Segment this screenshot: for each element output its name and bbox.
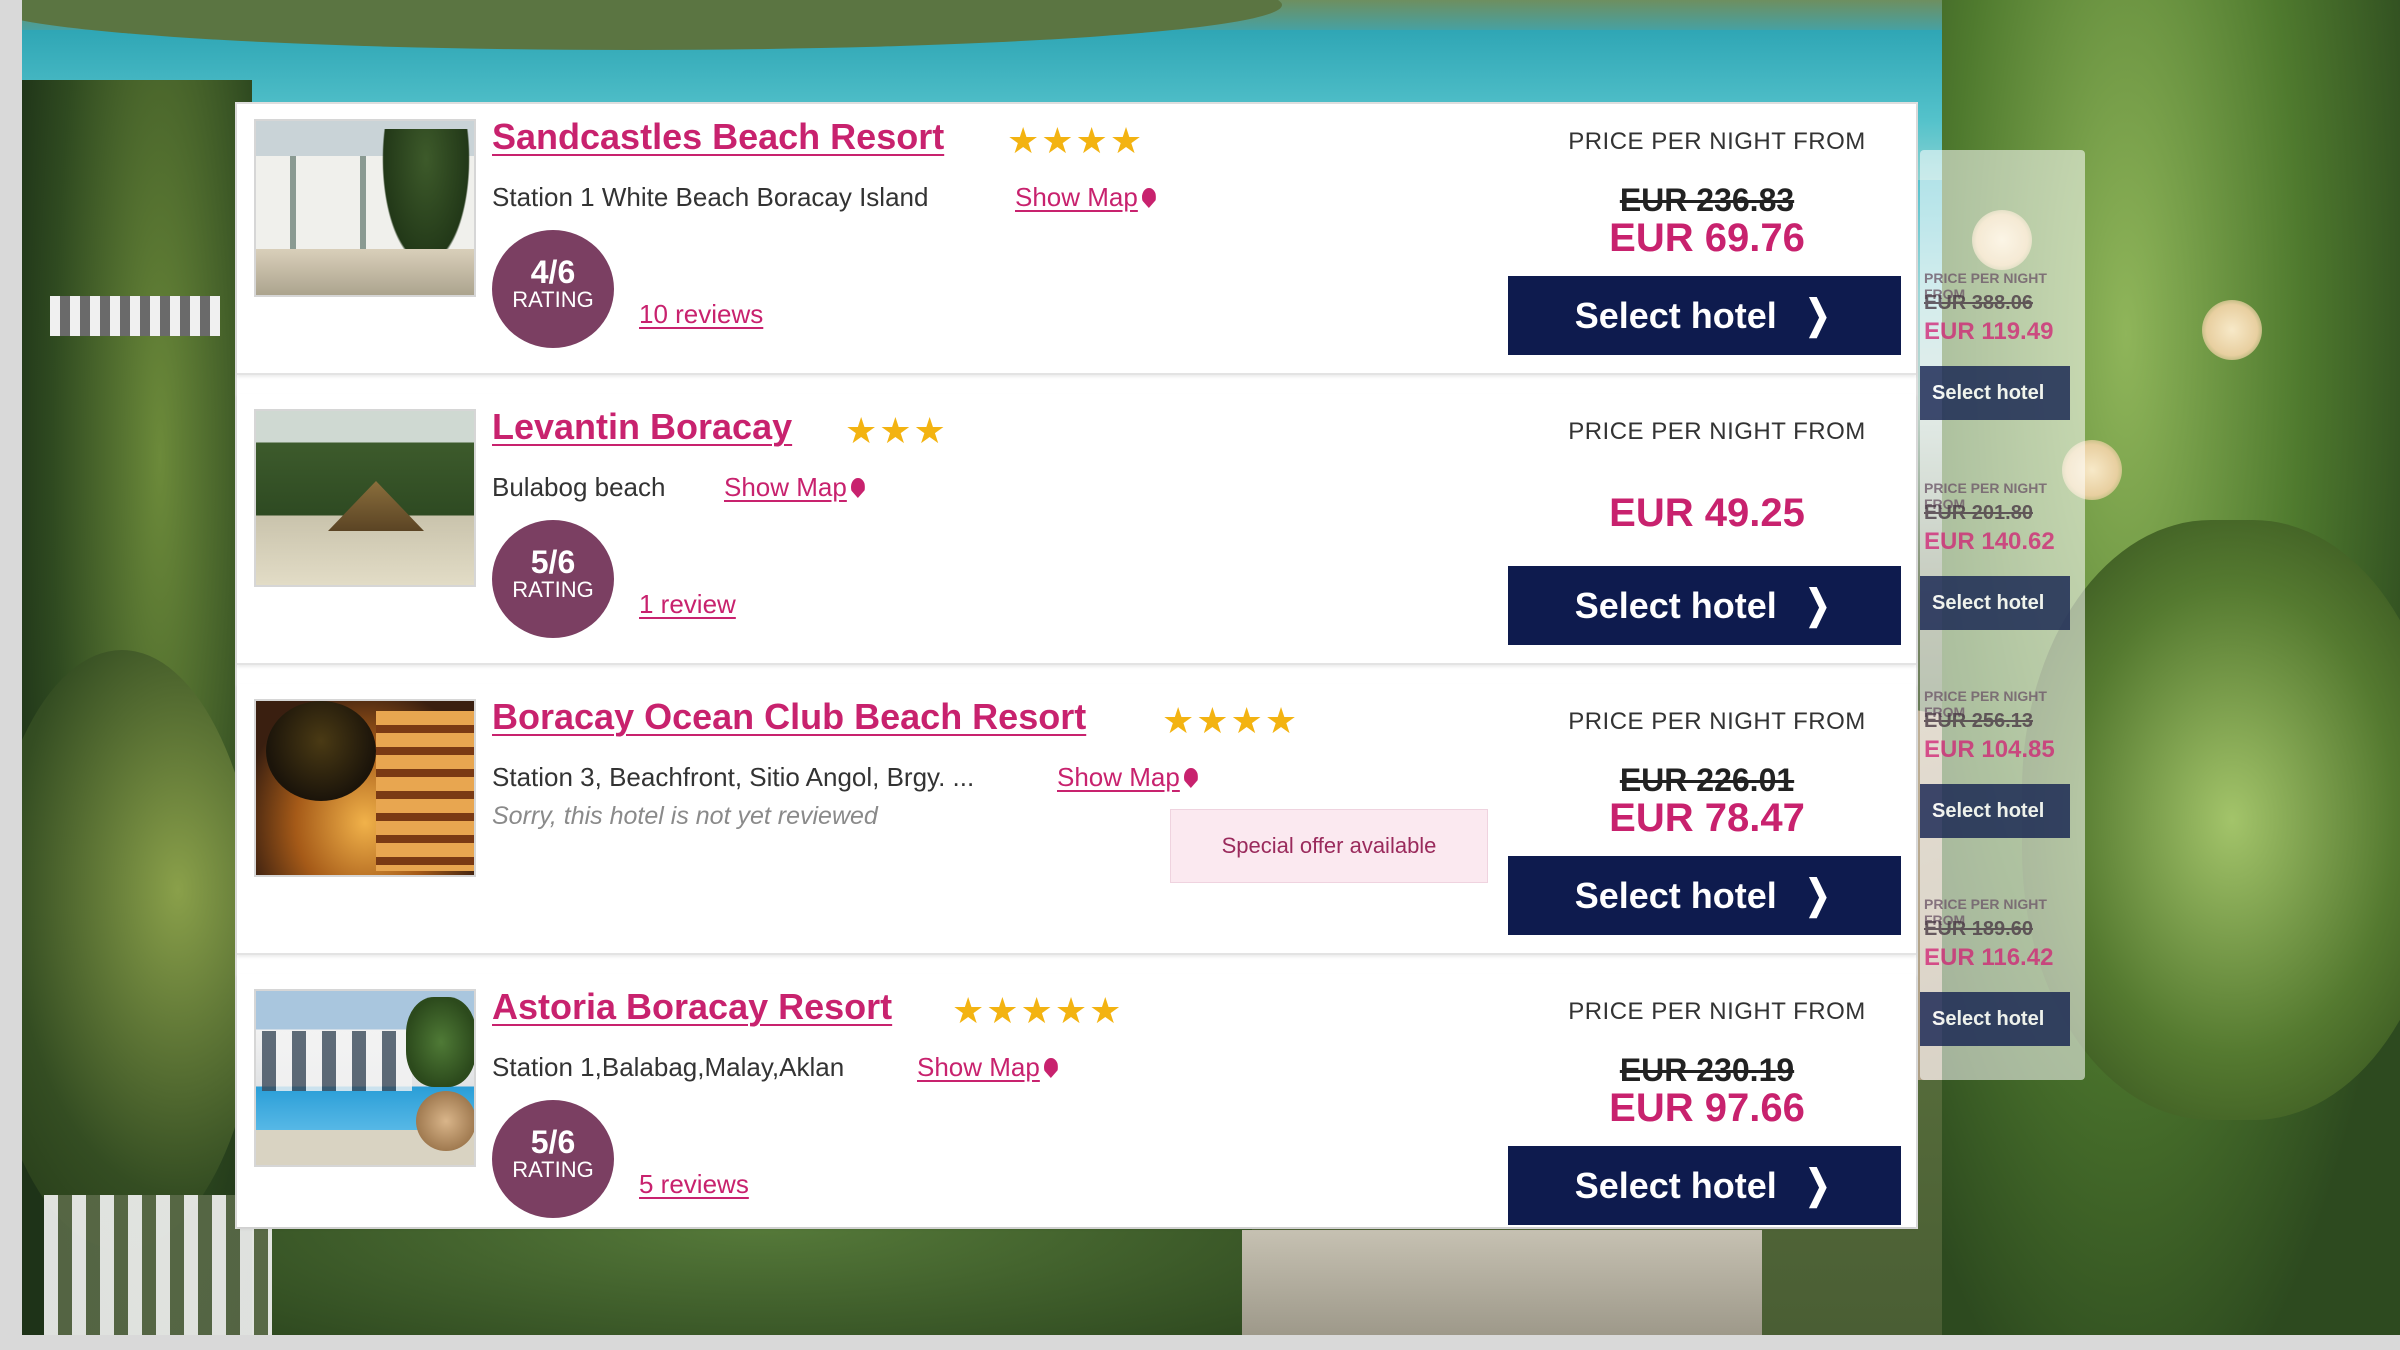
hotel-name-link[interactable]: Boracay Ocean Club Beach Resort (492, 696, 1086, 738)
chevron-right-icon: ❯ (1804, 583, 1831, 627)
star-rating-icon: ★★★★ (1162, 700, 1300, 741)
hotel-photo[interactable] (254, 989, 476, 1167)
hotel-address: Station 3, Beachfront, Sitio Angol, Brgy… (492, 762, 975, 792)
reviews-link[interactable]: 5 reviews (639, 1169, 749, 1200)
faded-old-price: EUR 256.13 (1924, 710, 2033, 732)
hotel-card: Boracay Ocean Club Beach Resort ★★★★ Sta… (237, 684, 1916, 955)
discounted-price: EUR 78.47 (1609, 796, 1805, 840)
special-offer-badge: Special offer available (1170, 809, 1488, 883)
hotel-photo[interactable] (254, 409, 476, 587)
select-hotel-button[interactable]: Select hotel ❯ (1508, 1146, 1901, 1225)
price-label: PRICE PER NIGHT FROM (1568, 708, 1866, 735)
rating-label: RATING (512, 1157, 594, 1182)
show-map-link[interactable]: Show Map (1057, 762, 1198, 793)
faded-price-block: PRICE PER NIGHT FROM EUR 388.06 EUR 119.… (1920, 270, 2085, 470)
star-rating-icon: ★★★★★ (952, 990, 1124, 1031)
show-map-label: Show Map (1015, 182, 1138, 212)
faded-old-price: EUR 189.60 (1924, 918, 2033, 940)
hotel-card: Astoria Boracay Resort ★★★★★ Station 1,B… (237, 974, 1916, 1227)
hotel-card: Levantin Boracay ★★★ Bulabog beach Show … (237, 394, 1916, 665)
hotel-address: Station 1 White Beach Boracay Island (492, 182, 929, 212)
faded-select-button: Select hotel (1920, 992, 2070, 1046)
rating-score: 5/6 (530, 1124, 576, 1160)
original-price: EUR 236.83 (1619, 182, 1795, 218)
garden-path (1242, 1230, 1762, 1335)
star-rating-icon: ★★★ (845, 410, 948, 451)
show-map-link[interactable]: Show Map (724, 472, 865, 503)
faded-price-block: PRICE PER NIGHT FROM EUR 201.80 EUR 140.… (1920, 480, 2085, 680)
rating-label: RATING (512, 577, 594, 602)
faded-price-block: PRICE PER NIGHT FROM EUR 189.60 EUR 116.… (1920, 896, 2085, 1080)
select-hotel-label: Select hotel (1574, 295, 1777, 336)
faded-select-button: Select hotel (1920, 366, 2070, 420)
price-label: PRICE PER NIGHT FROM (1568, 998, 1866, 1025)
show-map-label: Show Map (917, 1052, 1040, 1082)
faded-price: EUR 140.62 (1924, 528, 2055, 555)
hedge (272, 1225, 1252, 1335)
faded-price: EUR 104.85 (1924, 736, 2055, 763)
chevron-right-icon: ❯ (1804, 293, 1831, 337)
price-label: PRICE PER NIGHT FROM (1568, 128, 1866, 155)
rating-score: 4/6 (530, 254, 576, 290)
flower (2202, 300, 2262, 360)
select-hotel-label: Select hotel (1574, 1165, 1777, 1206)
hotel-results-list: Sandcastles Beach Resort ★★★★ Station 1 … (235, 102, 1918, 1229)
hotel-card: Sandcastles Beach Resort ★★★★ Station 1 … (237, 104, 1916, 375)
discounted-price: EUR 69.76 (1609, 216, 1805, 260)
rating-score: 5/6 (530, 544, 576, 580)
map-pin-icon (1141, 188, 1156, 208)
price: EUR 49.25 (1609, 491, 1805, 535)
select-hotel-label: Select hotel (1574, 875, 1777, 916)
reviews-link[interactable]: 1 review (639, 589, 736, 620)
faded-select-button: Select hotel (1920, 784, 2070, 838)
faded-price: EUR 119.49 (1924, 318, 2054, 345)
hotel-photo[interactable] (254, 119, 476, 297)
star-rating-icon: ★★★★ (1007, 120, 1145, 161)
not-reviewed-notice: Sorry, this hotel is not yet reviewed (492, 802, 878, 830)
hotel-photo[interactable] (254, 699, 476, 877)
balcony-railing (50, 296, 220, 336)
faded-results-panel: PRICE PER NIGHT FROM EUR 388.06 EUR 119.… (1920, 150, 2085, 1080)
hotel-name-link[interactable]: Astoria Boracay Resort (492, 986, 892, 1028)
rating-badge: 5/6 RATING (492, 1100, 614, 1218)
select-hotel-button[interactable]: Select hotel ❯ (1508, 276, 1901, 355)
faded-old-price: EUR 388.06 (1924, 292, 2033, 314)
hotel-address: Station 1,Balabag,Malay,Aklan (492, 1052, 845, 1082)
rating-badge: 4/6 RATING (492, 230, 614, 348)
faded-select-button: Select hotel (1920, 576, 2070, 630)
hotel-name-link[interactable]: Sandcastles Beach Resort (492, 116, 944, 158)
discounted-price: EUR 97.66 (1609, 1086, 1805, 1130)
select-hotel-label: Select hotel (1574, 585, 1777, 626)
faded-price-block: PRICE PER NIGHT FROM EUR 256.13 EUR 104.… (1920, 688, 2085, 888)
chevron-right-icon: ❯ (1804, 1163, 1831, 1207)
hotel-name-link[interactable]: Levantin Boracay (492, 406, 792, 448)
rating-label: RATING (512, 287, 594, 312)
original-price: EUR 226.01 (1619, 762, 1795, 798)
faded-old-price: EUR 201.80 (1924, 502, 2033, 524)
rating-badge: 5/6 RATING (492, 520, 614, 638)
select-hotel-button[interactable]: Select hotel ❯ (1508, 856, 1901, 935)
map-pin-icon (1183, 768, 1198, 788)
price-label: PRICE PER NIGHT FROM (1568, 418, 1866, 445)
faded-price: EUR 116.42 (1924, 944, 2054, 971)
map-pin-icon (850, 478, 865, 498)
map-pin-icon (1043, 1058, 1058, 1078)
hotel-address: Bulabog beach (492, 472, 666, 502)
select-hotel-button[interactable]: Select hotel ❯ (1508, 566, 1901, 645)
original-price: EUR 230.19 (1619, 1052, 1795, 1088)
show-map-label: Show Map (1057, 762, 1180, 792)
chevron-right-icon: ❯ (1804, 873, 1831, 917)
show-map-link[interactable]: Show Map (1015, 182, 1156, 213)
show-map-link[interactable]: Show Map (917, 1052, 1058, 1083)
show-map-label: Show Map (724, 472, 847, 502)
reviews-link[interactable]: 10 reviews (639, 299, 763, 330)
